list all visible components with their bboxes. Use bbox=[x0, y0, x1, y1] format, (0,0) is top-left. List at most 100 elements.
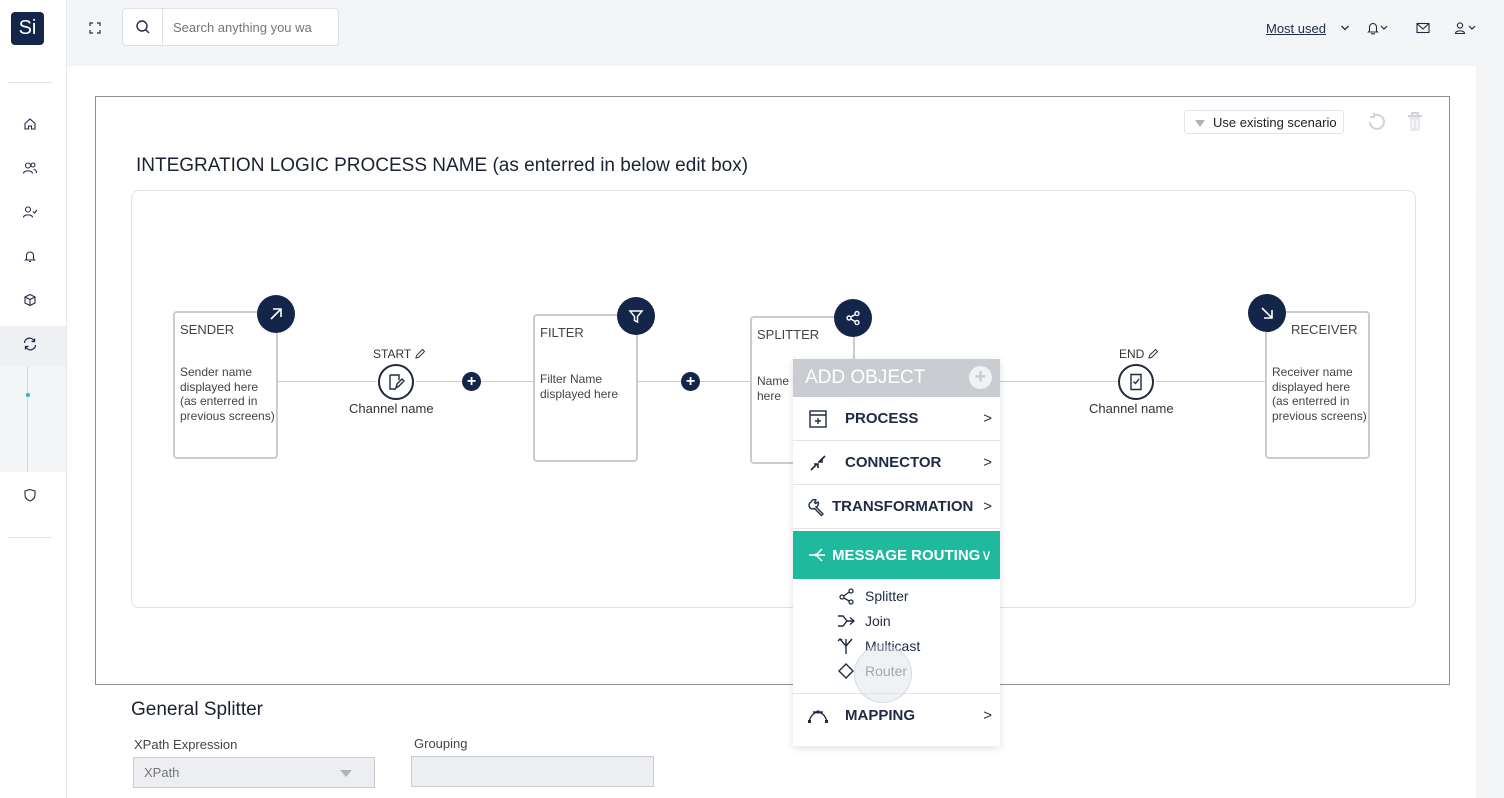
chevron-right-icon: > bbox=[983, 410, 992, 427]
chevron-right-icon: > bbox=[983, 454, 992, 471]
users-icon[interactable] bbox=[20, 158, 40, 178]
xpath-select[interactable]: XPath bbox=[133, 757, 375, 788]
dropdown-caret-icon bbox=[340, 770, 352, 777]
node-title: SENDER bbox=[180, 322, 235, 337]
menu-item-message-routing[interactable]: MESSAGE ROUTING ∨ bbox=[793, 531, 1000, 579]
edit-pencil-icon[interactable] bbox=[1147, 348, 1159, 360]
submenu-item-splitter[interactable]: Splitter bbox=[837, 587, 909, 605]
divider bbox=[1476, 190, 1477, 640]
flow-line bbox=[416, 381, 463, 382]
menu-item-label: MESSAGE ROUTING bbox=[832, 546, 981, 564]
submenu-label: Join bbox=[865, 613, 891, 629]
edit-pencil-icon[interactable] bbox=[414, 348, 426, 360]
node-title: SPLITTER bbox=[757, 327, 820, 342]
left-rail: Si bbox=[0, 0, 67, 798]
user-check-icon[interactable] bbox=[20, 202, 40, 222]
connector-icon bbox=[810, 455, 826, 471]
end-channel-name: Channel name bbox=[1089, 401, 1174, 416]
grouping-input[interactable] bbox=[411, 756, 654, 787]
start-channel-name: Channel name bbox=[349, 401, 434, 416]
scenario-label: Use existing scenario bbox=[1213, 114, 1337, 130]
receiver-arrow-icon bbox=[1248, 294, 1286, 332]
filter-node[interactable]: FILTER Filter Name displayed here bbox=[533, 314, 638, 462]
flow-line bbox=[699, 381, 751, 382]
xpath-label: XPath Expression bbox=[134, 737, 238, 752]
node-description: Sender name displayed here (as enterred … bbox=[180, 365, 275, 423]
node-title: FILTER bbox=[540, 325, 584, 340]
sender-node[interactable]: SENDER Sender name displayed here (as en… bbox=[173, 311, 278, 459]
chevron-right-icon: > bbox=[983, 498, 992, 515]
box-icon[interactable] bbox=[20, 290, 40, 310]
splitter-share-icon bbox=[834, 299, 872, 337]
search-box bbox=[122, 8, 339, 46]
use-existing-scenario-dropdown[interactable]: Use existing scenario bbox=[1184, 110, 1344, 134]
start-label-text: START bbox=[373, 347, 412, 361]
menu-header-label: ADD OBJECT bbox=[805, 367, 926, 388]
submenu-item-join[interactable]: Join bbox=[837, 612, 891, 630]
sender-arrow-icon bbox=[257, 295, 295, 333]
menu-item-connector[interactable]: CONNECTOR > bbox=[793, 441, 1000, 485]
submenu-label: Splitter bbox=[865, 588, 909, 604]
flow-line bbox=[637, 381, 682, 382]
end-channel-node[interactable] bbox=[1118, 364, 1154, 400]
click-ripple bbox=[854, 645, 912, 703]
user-menu-icon[interactable] bbox=[1454, 20, 1480, 36]
fullscreen-icon[interactable] bbox=[89, 21, 103, 35]
splitter-icon bbox=[839, 588, 854, 605]
most-used-chevron-icon[interactable] bbox=[1340, 20, 1350, 36]
search-input[interactable] bbox=[173, 17, 333, 37]
mail-icon[interactable] bbox=[1416, 20, 1430, 36]
trash-icon[interactable] bbox=[1405, 110, 1425, 134]
menu-item-process[interactable]: PROCESS > bbox=[793, 397, 1000, 441]
rail-subnav-line bbox=[27, 366, 28, 472]
notifications-icon[interactable] bbox=[1367, 20, 1391, 36]
chevron-right-icon: > bbox=[983, 707, 992, 724]
end-label-text: END bbox=[1119, 347, 1145, 361]
xpath-select-value: XPath bbox=[144, 765, 180, 780]
menu-item-label: CONNECTOR bbox=[845, 454, 942, 471]
node-description: Filter Name displayed here bbox=[540, 372, 619, 401]
top-bar: Most used bbox=[67, 0, 1504, 56]
channel-check-icon bbox=[1130, 373, 1142, 391]
bell-icon[interactable] bbox=[20, 246, 40, 266]
multicast-icon bbox=[837, 638, 853, 654]
start-channel-node[interactable] bbox=[378, 364, 414, 400]
search-icon[interactable] bbox=[123, 9, 163, 45]
menu-item-label: PROCESS bbox=[845, 410, 919, 427]
sync-icon[interactable] bbox=[20, 334, 40, 354]
dropdown-caret-icon bbox=[1195, 120, 1205, 127]
menu-item-label: TRANSFORMATION bbox=[832, 498, 974, 515]
reset-icon[interactable] bbox=[1365, 110, 1389, 134]
section-title: General Splitter bbox=[131, 699, 264, 720]
menu-header: ADD OBJECT + bbox=[793, 359, 1000, 397]
flow-line bbox=[1156, 381, 1266, 382]
chevron-down-icon: ∨ bbox=[981, 547, 992, 564]
wrench-icon bbox=[808, 498, 824, 517]
rail-divider bbox=[8, 82, 52, 83]
menu-item-transformation[interactable]: TRANSFORMATION > bbox=[793, 485, 1000, 529]
flow-line bbox=[481, 381, 534, 382]
add-object-plus-icon[interactable]: + bbox=[969, 366, 992, 389]
filter-funnel-icon bbox=[617, 297, 655, 335]
routing-icon bbox=[809, 548, 825, 562]
flow-line bbox=[1000, 381, 1118, 382]
most-used-link[interactable]: Most used bbox=[1266, 21, 1326, 36]
end-label: END bbox=[1119, 347, 1159, 361]
channel-document-icon bbox=[389, 374, 405, 390]
rail-subnav-dot[interactable] bbox=[26, 393, 30, 397]
menu-item-label: MAPPING bbox=[845, 707, 916, 724]
home-icon[interactable] bbox=[20, 114, 40, 134]
flow-line bbox=[277, 381, 377, 382]
add-step-button[interactable]: + bbox=[462, 372, 481, 391]
process-title: INTEGRATION LOGIC PROCESS NAME (as enter… bbox=[136, 155, 749, 176]
rail-subnav bbox=[0, 366, 66, 472]
join-icon bbox=[838, 615, 855, 627]
router-diamond-icon bbox=[838, 663, 854, 679]
receiver-node[interactable]: RECEIVER Receiver name displayed here (a… bbox=[1265, 311, 1370, 459]
shield-icon[interactable] bbox=[20, 485, 40, 505]
node-description: Receiver name displayed here (as enterre… bbox=[1272, 365, 1367, 423]
process-icon bbox=[809, 410, 827, 428]
app-logo[interactable]: Si bbox=[11, 12, 44, 45]
grouping-label: Grouping bbox=[414, 736, 468, 751]
add-step-button[interactable]: + bbox=[681, 372, 700, 391]
